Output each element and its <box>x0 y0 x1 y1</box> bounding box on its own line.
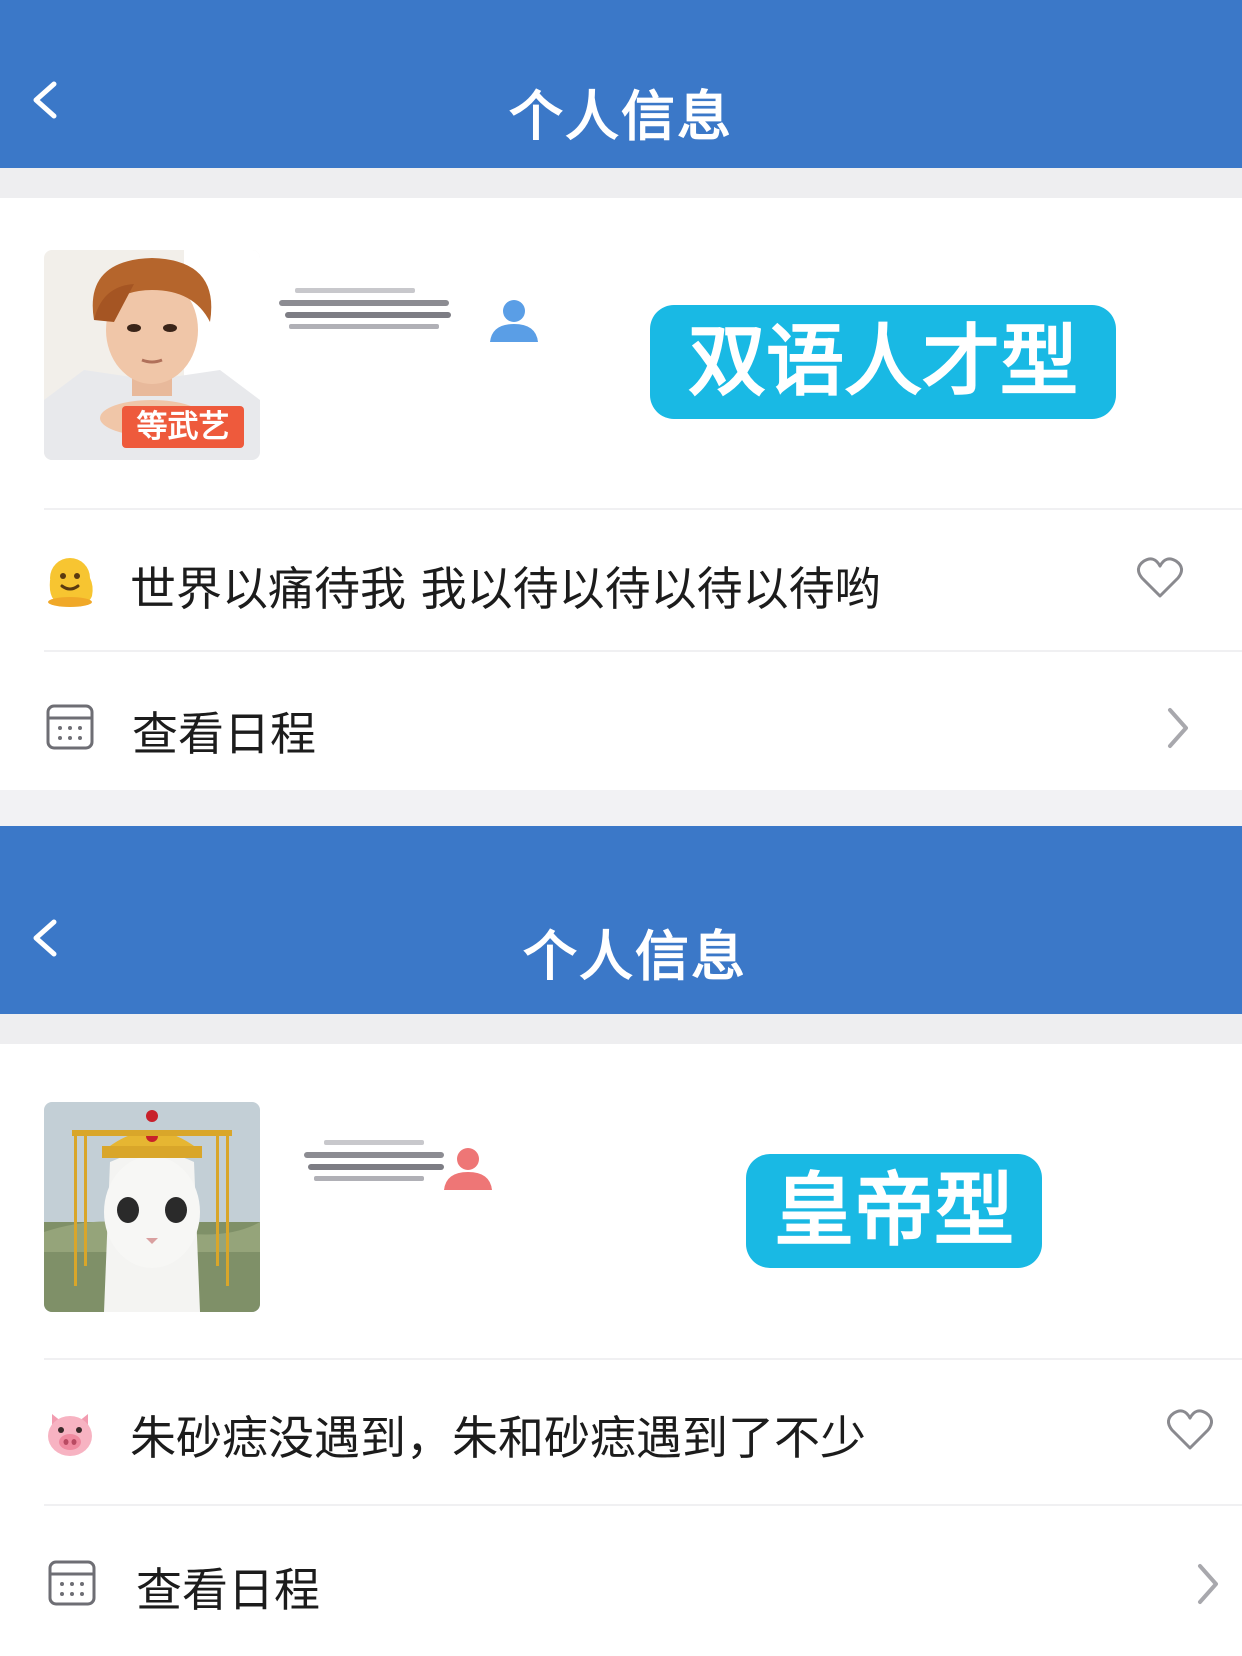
calendar-icon <box>46 704 94 750</box>
melting-face-emoji-icon <box>48 558 93 607</box>
chevron-right-icon <box>1198 1564 1218 1604</box>
calendar-icon <box>48 1560 96 1606</box>
schedule-label: 查看日程 <box>136 1563 320 1617</box>
avatar-caption: 等武艺 <box>136 409 230 445</box>
divider <box>44 650 1242 652</box>
divider <box>44 1358 1242 1360</box>
divider <box>44 1504 1242 1506</box>
nav-bar: 个人信息 <box>0 0 1242 168</box>
divider <box>44 508 1242 510</box>
profile-screen-2: 个人信息 皇帝型 朱砂痣没遇到，朱和砂痣遇到了不少 查看日程 <box>0 826 1242 1656</box>
section-gap <box>0 168 1242 198</box>
avatar[interactable]: 等武艺 <box>44 250 260 460</box>
personality-tag: 皇帝型 <box>746 1154 1042 1268</box>
page-title: 个人信息 <box>523 925 747 988</box>
avatar[interactable] <box>44 1102 260 1312</box>
heart-icon[interactable] <box>1136 556 1184 600</box>
status-text: 世界以痛待我 我以待以待以待以待哟 <box>130 562 881 616</box>
page-title: 个人信息 <box>509 85 733 148</box>
personality-tag: 双语人才型 <box>650 305 1116 419</box>
user-icon <box>490 300 538 342</box>
schedule-label: 查看日程 <box>132 707 316 761</box>
screenshot-collage: 个人信息 等武艺 双语人才型 世界以痛待我 我以待以待以待以待哟 查看日程 个人… <box>0 0 1242 1656</box>
pig-face-emoji-icon <box>48 1414 92 1456</box>
user-icon <box>444 1148 492 1190</box>
redacted-username <box>279 288 451 329</box>
section-gap <box>0 1014 1242 1044</box>
nav-bar: 个人信息 <box>0 826 1242 1014</box>
chevron-right-icon <box>1168 708 1188 748</box>
heart-icon[interactable] <box>1166 1408 1214 1452</box>
status-text: 朱砂痣没遇到，朱和砂痣遇到了不少 <box>130 1411 866 1465</box>
profile-screen-1: 个人信息 等武艺 双语人才型 世界以痛待我 我以待以待以待以待哟 查看日程 <box>0 0 1242 790</box>
